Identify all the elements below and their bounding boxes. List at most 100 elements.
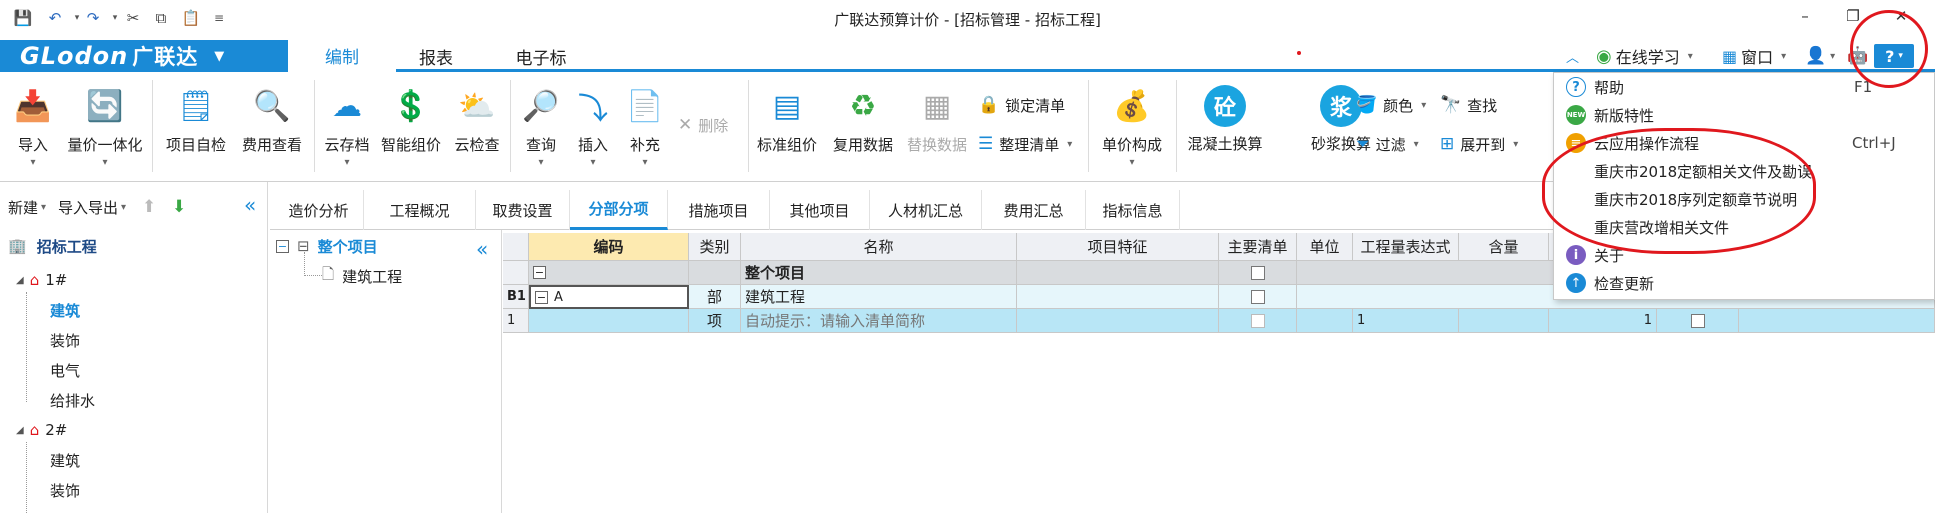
cloud-archive-button[interactable]: ☁ 云存档 ▾	[318, 80, 376, 176]
chevron-down-icon: ▼	[214, 48, 226, 64]
tree-root-bid-project[interactable]: 🏢 招标工程	[8, 232, 97, 260]
window-menu-button[interactable]: ▦ 窗口 ▾	[1722, 44, 1786, 68]
online-learning-button[interactable]: ◉ 在线学习 ▾	[1596, 44, 1693, 68]
menu-item-check-update[interactable]: ↑ 检查更新	[1554, 269, 1934, 297]
fee-view-button[interactable]: 🔍 费用查看	[234, 80, 310, 176]
tab-cost-analysis[interactable]: 造价分析	[274, 190, 364, 230]
ribbon-separator	[1176, 80, 1177, 172]
main-list-checkbox[interactable]	[1219, 285, 1297, 309]
tree-node-architecture[interactable]: 建筑	[50, 296, 80, 324]
app-menu-button[interactable]: GLodon 广联达 ▼	[0, 40, 288, 72]
tab-project-overview[interactable]: 工程概况	[364, 190, 476, 230]
move-up-icon[interactable]: ⬆	[142, 194, 156, 220]
main-list-checkbox[interactable]	[1219, 309, 1297, 333]
cloud-check-button[interactable]: ⛅ 云检查	[448, 80, 506, 176]
header-unit[interactable]: 单位	[1297, 233, 1353, 261]
table-row[interactable]: −	[529, 261, 689, 285]
move-down-icon[interactable]: ⬇	[172, 194, 186, 220]
row-name-hint[interactable]: 自动提示：请输入清单简称	[741, 309, 1017, 333]
color-button[interactable]: 🪣 颜色 ▾	[1356, 92, 1426, 118]
tab-fee-settings[interactable]: 取费设置	[476, 190, 570, 230]
tab-measures[interactable]: 措施项目	[668, 190, 770, 230]
reuse-data-button[interactable]: ♻ 复用数据	[830, 80, 896, 176]
tab-e-bid[interactable]: 电子标	[476, 41, 606, 72]
tab-fee-summary[interactable]: 费用汇总	[982, 190, 1086, 230]
tree-node-decoration-2[interactable]: 装饰	[50, 476, 80, 504]
replace-data-button[interactable]: ▦ 替换数据	[902, 80, 972, 176]
ribbon-separator	[152, 80, 153, 172]
mid-tree-child[interactable]: 🗋 建筑工程	[322, 262, 402, 290]
organize-list-label: 整理清单	[999, 135, 1060, 154]
table-cell	[1297, 309, 1353, 333]
std-price-button[interactable]: ▤ 标准组价	[754, 80, 820, 176]
supplement-button[interactable]: 📄 补充 ▾	[620, 80, 670, 176]
lock-list-button[interactable]: 🔒 锁定清单	[978, 92, 1065, 118]
logo-cn: 广联达	[132, 45, 199, 69]
delete-button[interactable]: ✕ 删除	[678, 112, 728, 138]
row-name[interactable]: 建筑工程	[741, 285, 1017, 309]
collapse-panel-icon[interactable]: «	[244, 192, 256, 218]
header-code[interactable]: 编码	[529, 233, 689, 261]
tree-node-architecture-2[interactable]: 建筑	[50, 446, 80, 474]
row-code-cell[interactable]: − A	[529, 285, 689, 309]
tab-sub-items[interactable]: 分部分项	[570, 190, 668, 230]
find-button[interactable]: 🔭 查找	[1440, 92, 1497, 118]
tab-index-info[interactable]: 指标信息	[1086, 190, 1180, 230]
new-label: 新建	[8, 198, 39, 217]
minimize-button[interactable]: –	[1785, 4, 1825, 28]
checkbox[interactable]	[1250, 289, 1265, 304]
unified-price-button[interactable]: 🔄 量价一体化 ▾	[62, 80, 148, 176]
tree-node-plumbing[interactable]: 给排水	[50, 386, 95, 414]
organize-list-button[interactable]: ☰ 整理清单 ▾	[978, 131, 1072, 157]
header-main-list[interactable]: 主要清单	[1219, 233, 1297, 261]
chevron-down-icon: ▾	[1413, 138, 1419, 150]
import-button[interactable]: 📥 导入 ▾	[8, 80, 58, 176]
tab-report[interactable]: 报表	[396, 41, 476, 72]
tree-node-electrical[interactable]: 电气	[50, 356, 80, 384]
row-qty-expr[interactable]: 1	[1353, 309, 1459, 333]
import-icon: 📥	[14, 88, 52, 124]
header-qty-expr[interactable]: 工程量表达式	[1353, 233, 1459, 261]
filter-icon: ⏷	[1356, 134, 1370, 154]
row-name[interactable]: 整个项目	[741, 261, 1017, 285]
menu-item-new-features[interactable]: NEW 新版特性	[1554, 101, 1934, 129]
smart-price-button[interactable]: 💲 智能组价	[378, 80, 444, 176]
unit-price-comp-button[interactable]: 💰 单价构成 ▾	[1094, 80, 1170, 176]
find-icon: 🔭	[1440, 95, 1462, 115]
self-check-button[interactable]: 🗒 项目自检	[158, 80, 234, 176]
tree-node-decoration[interactable]: 装饰	[50, 326, 80, 354]
row-qty[interactable]: 1	[1549, 309, 1657, 333]
checkbox[interactable]	[1250, 313, 1265, 328]
table-cell[interactable]	[529, 309, 689, 333]
row-index	[503, 261, 529, 285]
import-export-button[interactable]: 导入导出 ▾	[58, 194, 126, 220]
row-type[interactable]: 项	[689, 309, 741, 333]
checkbox[interactable]	[1690, 313, 1705, 328]
cloud-check-icon: ⛅	[458, 88, 496, 124]
collapse-tree-icon[interactable]: «	[476, 236, 488, 262]
header-name[interactable]: 名称	[741, 233, 1017, 261]
tree-node-1[interactable]: ◢ ⌂ 1#	[16, 266, 67, 294]
user-button[interactable]: 👤 ▾	[1805, 44, 1835, 68]
tree-node-2[interactable]: ◢ ⌂ 2#	[16, 416, 67, 444]
main-list-checkbox[interactable]	[1219, 261, 1297, 285]
row-type[interactable]: 部	[689, 285, 741, 309]
header-feature[interactable]: 项目特征	[1017, 233, 1219, 261]
header-content[interactable]: 含量	[1459, 233, 1549, 261]
tree-root-label: 招标工程	[36, 237, 97, 256]
query-button[interactable]: 🔎 查询 ▾	[516, 80, 566, 176]
header-type[interactable]: 类别	[689, 233, 741, 261]
checkbox[interactable]	[1250, 265, 1265, 280]
filter-button[interactable]: ⏷ 过滤 ▾	[1356, 131, 1419, 157]
concrete-convert-button[interactable]: 砼 混凝土换算	[1182, 80, 1268, 176]
tab-labor-material-summary[interactable]: 人材机汇总	[870, 190, 982, 230]
mid-tree-root[interactable]: − ⊟ 整个项目	[276, 232, 378, 260]
tab-edit[interactable]: 编制	[288, 41, 396, 72]
tab-other-items[interactable]: 其他项目	[770, 190, 870, 230]
insert-button[interactable]: ⤵ 插入 ▾	[568, 80, 618, 176]
chevron-down-icon: ▾	[1067, 138, 1073, 150]
expand-to-button[interactable]: ⊞ 展开到 ▾	[1440, 131, 1518, 157]
row-checkbox-cell[interactable]	[1657, 309, 1739, 333]
new-button[interactable]: 新建 ▾	[8, 194, 46, 220]
collapse-ribbon-icon[interactable]: ︿	[1566, 44, 1579, 68]
